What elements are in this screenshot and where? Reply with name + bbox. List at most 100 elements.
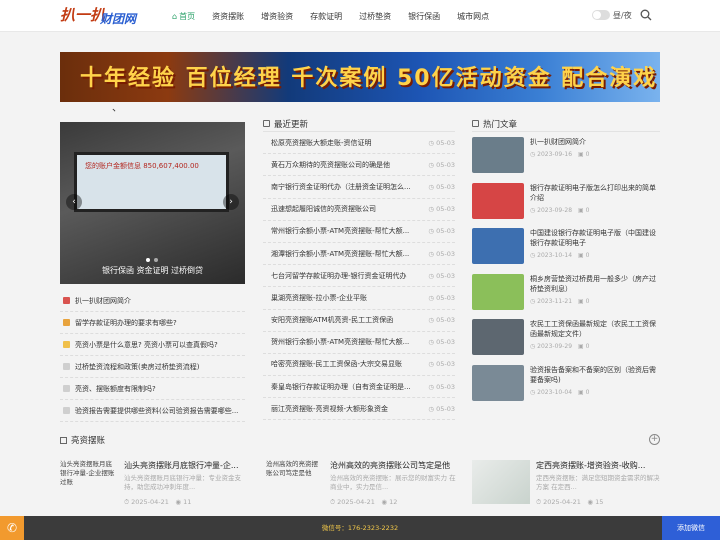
list-item[interactable]: 亮资小票是什么意思? 亮资小票可以查真假吗? (60, 334, 245, 356)
news-item[interactable]: 哈密亮资摆账-民工工资保函-大宗交易显账 ◷ 05-03 (263, 354, 455, 377)
news-title[interactable]: 七台河留学存款证明办理-银行资金证明代办 (263, 271, 427, 281)
card-title[interactable]: 沧州高效的亮资摆账公司笃定是他 (330, 460, 462, 471)
section-liangzi: 亮资摆账 + (60, 432, 660, 448)
hot-thumb (472, 364, 524, 401)
card-title[interactable]: 定西亮资摆账-增资验资-收购... (536, 460, 668, 471)
site-logo[interactable]: 扒一扒 财团网 (60, 3, 140, 29)
recent-list: 松原亮资摆账大额走账-资信证明 ◷ 05-03 黄石万众期待的亮资摆账公司的确是他 ◷… (263, 132, 455, 421)
card-desc: 汕头亮资摆账月底银行冲量：专业资金支持，助您成功冲刺年度... (124, 474, 241, 491)
news-date: ◷ 05-03 (428, 227, 455, 236)
news-title[interactable]: 丽江亮资摆账-亮资视频-大额形象资金 (263, 404, 427, 414)
news-item[interactable]: 松原亮资摆账大额走账-资信证明 ◷ 05-03 (263, 132, 455, 155)
prev-arrow-icon[interactable]: ‹ (66, 194, 82, 210)
hot-item[interactable]: 扒一扒财团网简介 ◷ 2023-09-16 ▣ 0 (472, 132, 660, 178)
image-slider[interactable]: 您的账户金额信息 850,607,400.00 ‹ › 银行保函 资金证明 过桥… (60, 122, 245, 284)
news-title[interactable]: 巢湖亮资摆账-拉小票-企业平账 (263, 293, 427, 303)
hot-item[interactable]: 中国建设银行存款证明电子版（中国建设银行存款证明电子 ◷ 2023-10-14 ▣… (472, 223, 660, 269)
card-desc: 定西亮资摆账：满足您短期资金需求的解决方案 在定西... (536, 474, 660, 491)
hot-thumb (472, 319, 524, 355)
card-meta: ⏱ 2025-04-21 ◉ 12 (330, 498, 398, 506)
wechat-button[interactable]: 添加微信 (662, 516, 720, 540)
news-date: ◷ 05-03 (428, 316, 455, 325)
news-item[interactable]: 黄石万众期待的亮资摆账公司的确是他 ◷ 05-03 (263, 154, 455, 177)
news-title[interactable]: 秦皇岛银行存款证明办理（自有资金证明是... (263, 382, 427, 392)
hot-item[interactable]: 桐乡房营垫资过桥费用一般多少（房产过桥垫资利息） ◷ 2023-11-21 ▣ 0 (472, 269, 660, 315)
hot-title[interactable]: 农民工工资保函最新规定（农民工工资保函最新规定文件） (530, 319, 660, 339)
news-item[interactable]: 秦皇岛银行存款证明办理（自有资金证明是... ◷ 05-03 (263, 376, 455, 399)
news-title[interactable]: 安阳亮资摆账ATM机亮资-民工工资保函 (263, 315, 427, 325)
section-header: 热门文章 (472, 116, 660, 132)
left-article-list: 扒一扒财团网简介 留学存款证明办理的要求有哪些? 亮资小票是什么意思? 亮资小票… (60, 290, 245, 422)
news-item[interactable]: 贺州银行余额小票-ATM亮资摆账-帮忙大额... ◷ 05-03 (263, 332, 455, 354)
news-item[interactable]: 巢湖亮资摆账-拉小票-企业平账 ◷ 05-03 (263, 287, 455, 310)
list-item[interactable]: 验资报告需要提供哪些资料(公司验资报告需要哪些... (60, 400, 245, 422)
news-date: ◷ 05-03 (428, 360, 455, 369)
nav-zengziyanzi[interactable]: 增资验资 (261, 11, 293, 22)
phone-icon[interactable]: ✆ (0, 516, 24, 540)
news-title[interactable]: 贺州银行余额小票-ATM亮资摆账-帮忙大额... (263, 337, 427, 347)
list-item[interactable]: 扒一扒财团网简介 (60, 290, 245, 312)
hot-item[interactable]: 银行存款证明电子版怎么打印出来的简单介绍 ◷ 2023-09-28 ▣ 0 (472, 178, 660, 224)
card-thumb (472, 460, 530, 504)
decorative-mark: 、 (112, 103, 122, 114)
hot-item[interactable]: 农民工工资保函最新规定（农民工工资保函最新规定文件） ◷ 2023-09-29 ▣… (472, 314, 660, 360)
news-title[interactable]: 松原亮资摆账大额走账-资信证明 (263, 138, 427, 148)
news-item[interactable]: 丽江亮资摆账-亮资视频-大额形象资金 ◷ 05-03 (263, 398, 455, 421)
news-item[interactable]: 常州银行余额小票-ATM亮资摆账-帮忙大额... ◷ 05-03 (263, 221, 455, 243)
hot-meta: ◷ 2023-10-04 ▣ 0 (530, 388, 590, 396)
news-title[interactable]: 哈密亮资摆账-民工工资保函-大宗交易显账 (263, 359, 427, 369)
article-card[interactable]: 沧州高效的亮资摆账公司笃定是他 沧州高效的亮资摆账公司笃定是他 沧州高效的亮资摆… (266, 458, 461, 508)
search-icon[interactable] (640, 9, 652, 21)
next-arrow-icon[interactable]: › (223, 194, 239, 210)
news-title[interactable]: 迅速想起履阳诚信的亮资摆账公司 (263, 204, 427, 214)
section-header: 最近更新 (263, 116, 455, 132)
logo-text-2: 财团网 (100, 12, 137, 26)
news-date: ◷ 05-03 (428, 205, 455, 214)
tag-icon (63, 297, 70, 304)
news-date: ◷ 05-03 (428, 404, 455, 413)
news-item[interactable]: 七台河留学存款证明办理-银行资金证明代办 ◷ 05-03 (263, 265, 455, 288)
article-card[interactable]: 定西亮资摆账-增资验资-收购... 定西亮资摆账：满足您短期资金需求的解决方案 … (472, 458, 667, 508)
list-item[interactable]: 过桥垫资流程和政策(卖房过桥垫资流程) (60, 356, 245, 378)
banner-text: 十年经验 百位经理 千次案例 50亿活动资金 配合演戏 (80, 66, 658, 91)
nav-home[interactable]: ⌂ 首页 (172, 11, 195, 22)
card-desc: 沧州高效的亮资摆账：展示您的财富实力 在商业中，实力是信... (330, 474, 456, 491)
article-card[interactable]: 汕头亮资摆账月底银行冲量-企业摆账过账 汕头亮资摆账月底银行冲量-企... 汕头… (60, 458, 255, 508)
slider-dots[interactable] (146, 258, 158, 262)
tag-icon (63, 385, 70, 392)
home-icon: ⌂ (172, 11, 178, 21)
theme-toggle[interactable] (592, 10, 610, 20)
news-date: ◷ 05-03 (428, 182, 455, 191)
more-icon[interactable]: + (649, 434, 660, 445)
news-date: ◷ 05-03 (428, 293, 455, 302)
hot-title[interactable]: 验资报告备案和不备案的区别（验资后需要备案吗) (530, 365, 660, 385)
hot-title[interactable]: 中国建设银行存款证明电子版（中国建设银行存款证明电子 (530, 228, 660, 248)
card-thumb: 汕头亮资摆账月底银行冲量-企业摆账过账 (60, 460, 115, 486)
news-item[interactable]: 迅速想起履阳诚信的亮资摆账公司 ◷ 05-03 (263, 199, 455, 221)
nav-chengshiwangdian[interactable]: 城市网点 (457, 11, 489, 22)
hot-thumb (472, 228, 524, 264)
news-title[interactable]: 常州银行余额小票-ATM亮资摆账-帮忙大额... (263, 226, 427, 236)
hot-list: 扒一扒财团网简介 ◷ 2023-09-16 ▣ 0 银行存款证明电子版怎么打印出来的… (472, 132, 660, 405)
list-item[interactable]: 亮资、摆账额度有限制吗? (60, 378, 245, 400)
nav-zizibaizhang[interactable]: 资资摆账 (212, 11, 244, 22)
news-item[interactable]: 南宁银行资金证明代办（注册资金证明怎么... ◷ 05-03 (263, 176, 455, 199)
hot-title[interactable]: 扒一扒财团网简介 (530, 137, 589, 147)
hot-title[interactable]: 银行存款证明电子版怎么打印出来的简单介绍 (530, 183, 660, 203)
card-title[interactable]: 汕头亮资摆账月底银行冲量-企... (124, 460, 256, 471)
nav-cunkuanzhengming[interactable]: 存款证明 (310, 11, 342, 22)
news-title[interactable]: 湘潭银行余额小票-ATM亮资摆账-帮忙大额... (263, 249, 427, 259)
hot-articles: 热门文章 扒一扒财团网简介 ◷ 2023-09-16 ▣ 0 银行存款证明电子版怎么… (472, 116, 660, 405)
news-item[interactable]: 湘潭银行余额小票-ATM亮资摆账-帮忙大额... ◷ 05-03 (263, 243, 455, 266)
hot-thumb (472, 182, 524, 219)
news-title[interactable]: 黄石万众期待的亮资摆账公司的确是他 (263, 160, 427, 170)
hot-title[interactable]: 桐乡房营垫资过桥费用一般多少（房产过桥垫资利息） (530, 274, 660, 294)
main-nav: ⌂ 首页 资资摆账 增资验资 存款证明 过桥垫资 银行保函 城市网点 (172, 0, 506, 32)
nav-yinhangbaohan[interactable]: 银行保函 (408, 11, 440, 22)
news-item[interactable]: 安阳亮资摆账ATM机亮资-民工工资保函 ◷ 05-03 (263, 310, 455, 332)
promo-banner[interactable]: 十年经验 百位经理 千次案例 50亿活动资金 配合演戏 (60, 52, 660, 102)
list-item[interactable]: 留学存款证明办理的要求有哪些? (60, 312, 245, 334)
news-title[interactable]: 南宁银行资金证明代办（注册资金证明怎么... (263, 182, 427, 192)
hot-item[interactable]: 验资报告备案和不备案的区别（验资后需要备案吗) ◷ 2023-10-04 ▣ 0 (472, 360, 660, 406)
nav-guoqiaodianzi[interactable]: 过桥垫资 (359, 11, 391, 22)
